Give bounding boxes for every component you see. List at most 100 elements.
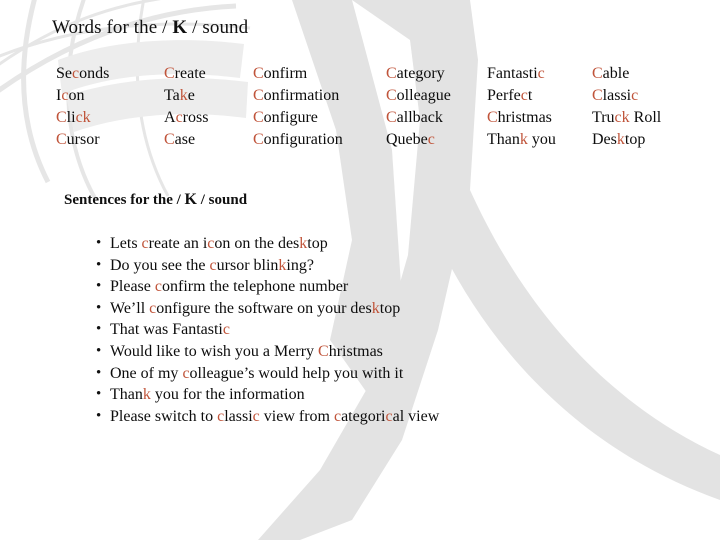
word-k-sound-letter: C: [487, 109, 498, 126]
sentence-item: • One of my colleague’s would help you wi…: [96, 363, 656, 385]
word-column: Seconds Icon Click Cursor: [56, 63, 109, 151]
sentence-text-run: ing?: [286, 256, 314, 274]
sentence-k-sound-letter: c: [385, 407, 393, 425]
word-text-run: Des: [592, 131, 617, 148]
word-column: Create Take Across Case: [164, 63, 208, 151]
word-text-run: ursor: [66, 131, 100, 148]
sentence-text: That was Fantastic: [110, 321, 230, 338]
word-text-run: Fantasti: [487, 65, 538, 82]
sentence-k-sound-letter: c: [182, 364, 190, 382]
word-item: Colleague: [386, 85, 451, 107]
word-text-run: ategory: [396, 65, 445, 82]
word-k-sound-letter: ck: [75, 109, 91, 126]
sentence-text-run: top: [307, 235, 328, 252]
word-text-run: ase: [174, 131, 196, 148]
bullet-icon: •: [96, 299, 102, 316]
word-text-run: hristmas: [497, 109, 552, 126]
sentence-k-sound-letter: k: [142, 386, 151, 404]
sentence-text-run: ursor blin: [216, 256, 279, 274]
word-item: Cursor: [56, 129, 109, 151]
word-item: Create: [164, 63, 208, 85]
word-k-sound-letter: C: [592, 87, 603, 104]
page-title-prefix: Words for the /: [52, 17, 173, 38]
sentence-item: • We’ll configure the software on your de…: [96, 298, 656, 320]
word-text-run: e: [187, 87, 195, 104]
sentence-text: Please switch to classic view from categ…: [110, 408, 439, 425]
bullet-icon: •: [96, 364, 102, 381]
word-item: Perfect: [487, 85, 556, 107]
word-item: Truck Roll: [592, 107, 661, 129]
sentence-k-sound-letter: c: [141, 235, 149, 252]
sentence-text-run: ategori: [341, 407, 386, 425]
word-k-sound-letter: C: [253, 131, 264, 148]
word-text-run: onds: [79, 65, 110, 82]
word-text-run: olleague: [396, 87, 451, 104]
sentence-item: • Thank you for the information: [96, 384, 656, 406]
word-k-sound-letter: k: [519, 131, 528, 148]
word-text-run: li: [66, 109, 76, 126]
sentence-k-sound-letter: c: [252, 407, 260, 425]
word-text-run: A: [164, 109, 176, 126]
sentences-heading-suffix: / sound: [197, 192, 248, 208]
bullet-icon: •: [96, 256, 102, 273]
word-k-sound-letter: c: [520, 87, 528, 104]
word-text-run: top: [624, 131, 646, 148]
word-item: Classic: [592, 85, 661, 107]
word-text-run: allback: [396, 109, 443, 126]
word-item: Callback: [386, 107, 451, 129]
sentence-text-run: Lets: [110, 235, 142, 252]
word-column: Confirm Confirmation Configure Configuratio…: [253, 63, 343, 151]
sentence-text: Would like to wish you a Merry Christmas: [110, 343, 383, 360]
sentence-text-run: Please: [110, 278, 155, 296]
bullet-icon: •: [96, 386, 102, 403]
sentence-item: • Lets create an icon on the desktop: [96, 233, 656, 255]
sentence-item: • Please confirm the telephone number: [96, 276, 656, 298]
word-text-run: Than: [487, 131, 520, 148]
word-k-sound-letter: C: [386, 109, 397, 126]
word-item: Cable: [592, 63, 661, 85]
sentence-item: • That was Fantastic: [96, 319, 656, 341]
bullet-icon: •: [96, 278, 102, 295]
word-k-sound-letter: c: [175, 109, 183, 126]
sentences-heading-k-symbol: K: [184, 191, 197, 208]
sentence-text-run: That was Fantasti: [110, 321, 223, 339]
sentence-k-sound-letter: c: [222, 321, 230, 339]
word-k-sound-letter: c: [631, 87, 639, 104]
sentence-k-sound-letter: k: [371, 299, 380, 317]
sentence-text: Thank you for the information: [110, 386, 305, 403]
word-text-run: reate: [174, 65, 206, 82]
word-item: Click: [56, 107, 109, 129]
sentences-heading-prefix: Sentences for the /: [64, 192, 185, 208]
sentence-text: We’ll configure the software on your des…: [110, 300, 400, 317]
word-k-sound-letter: C: [386, 65, 397, 82]
word-k-sound-letter: C: [164, 131, 175, 148]
sentence-text-run: you for the information: [150, 386, 305, 404]
page-title-k-symbol: K: [172, 17, 188, 38]
sentence-text-run: al view: [392, 407, 440, 425]
word-column: Cable Classic Truck Roll Desktop: [592, 63, 661, 151]
word-text-run: Tru: [592, 109, 615, 126]
sentence-text-run: onfigure the software on your des: [156, 299, 372, 317]
word-column: Fantastic Perfect Christmas Thank you: [487, 63, 556, 151]
word-k-sound-letter: C: [253, 65, 264, 82]
word-item: Christmas: [487, 107, 556, 129]
word-text-run: Quebe: [386, 131, 428, 148]
word-text-run: able: [602, 65, 630, 82]
bullet-icon: •: [96, 321, 102, 338]
word-item: Configure: [253, 107, 343, 129]
slide-canvas: Words for the / K / sound Seconds Icon Cli…: [0, 0, 720, 540]
sentence-text-run: olleague’s would help you with it: [189, 364, 404, 382]
word-text-run: you: [527, 131, 556, 148]
word-text-run: onfirm: [263, 65, 308, 82]
word-item: Category: [386, 63, 451, 85]
word-item: Desktop: [592, 129, 661, 151]
sentence-text-run: We’ll: [110, 299, 150, 317]
sentence-text-run: One of my: [110, 364, 183, 382]
word-item: Take: [164, 85, 208, 107]
word-text-run: Se: [56, 65, 72, 82]
sentence-item: • Do you see the cursor blinking?: [96, 255, 656, 277]
word-columns-group: Seconds Icon Click Cursor Create Take Across Ca…: [0, 63, 720, 163]
bullet-icon: •: [96, 235, 102, 251]
sentence-text-run: Please switch to: [110, 407, 218, 425]
sentence-text-run: Than: [110, 386, 143, 404]
